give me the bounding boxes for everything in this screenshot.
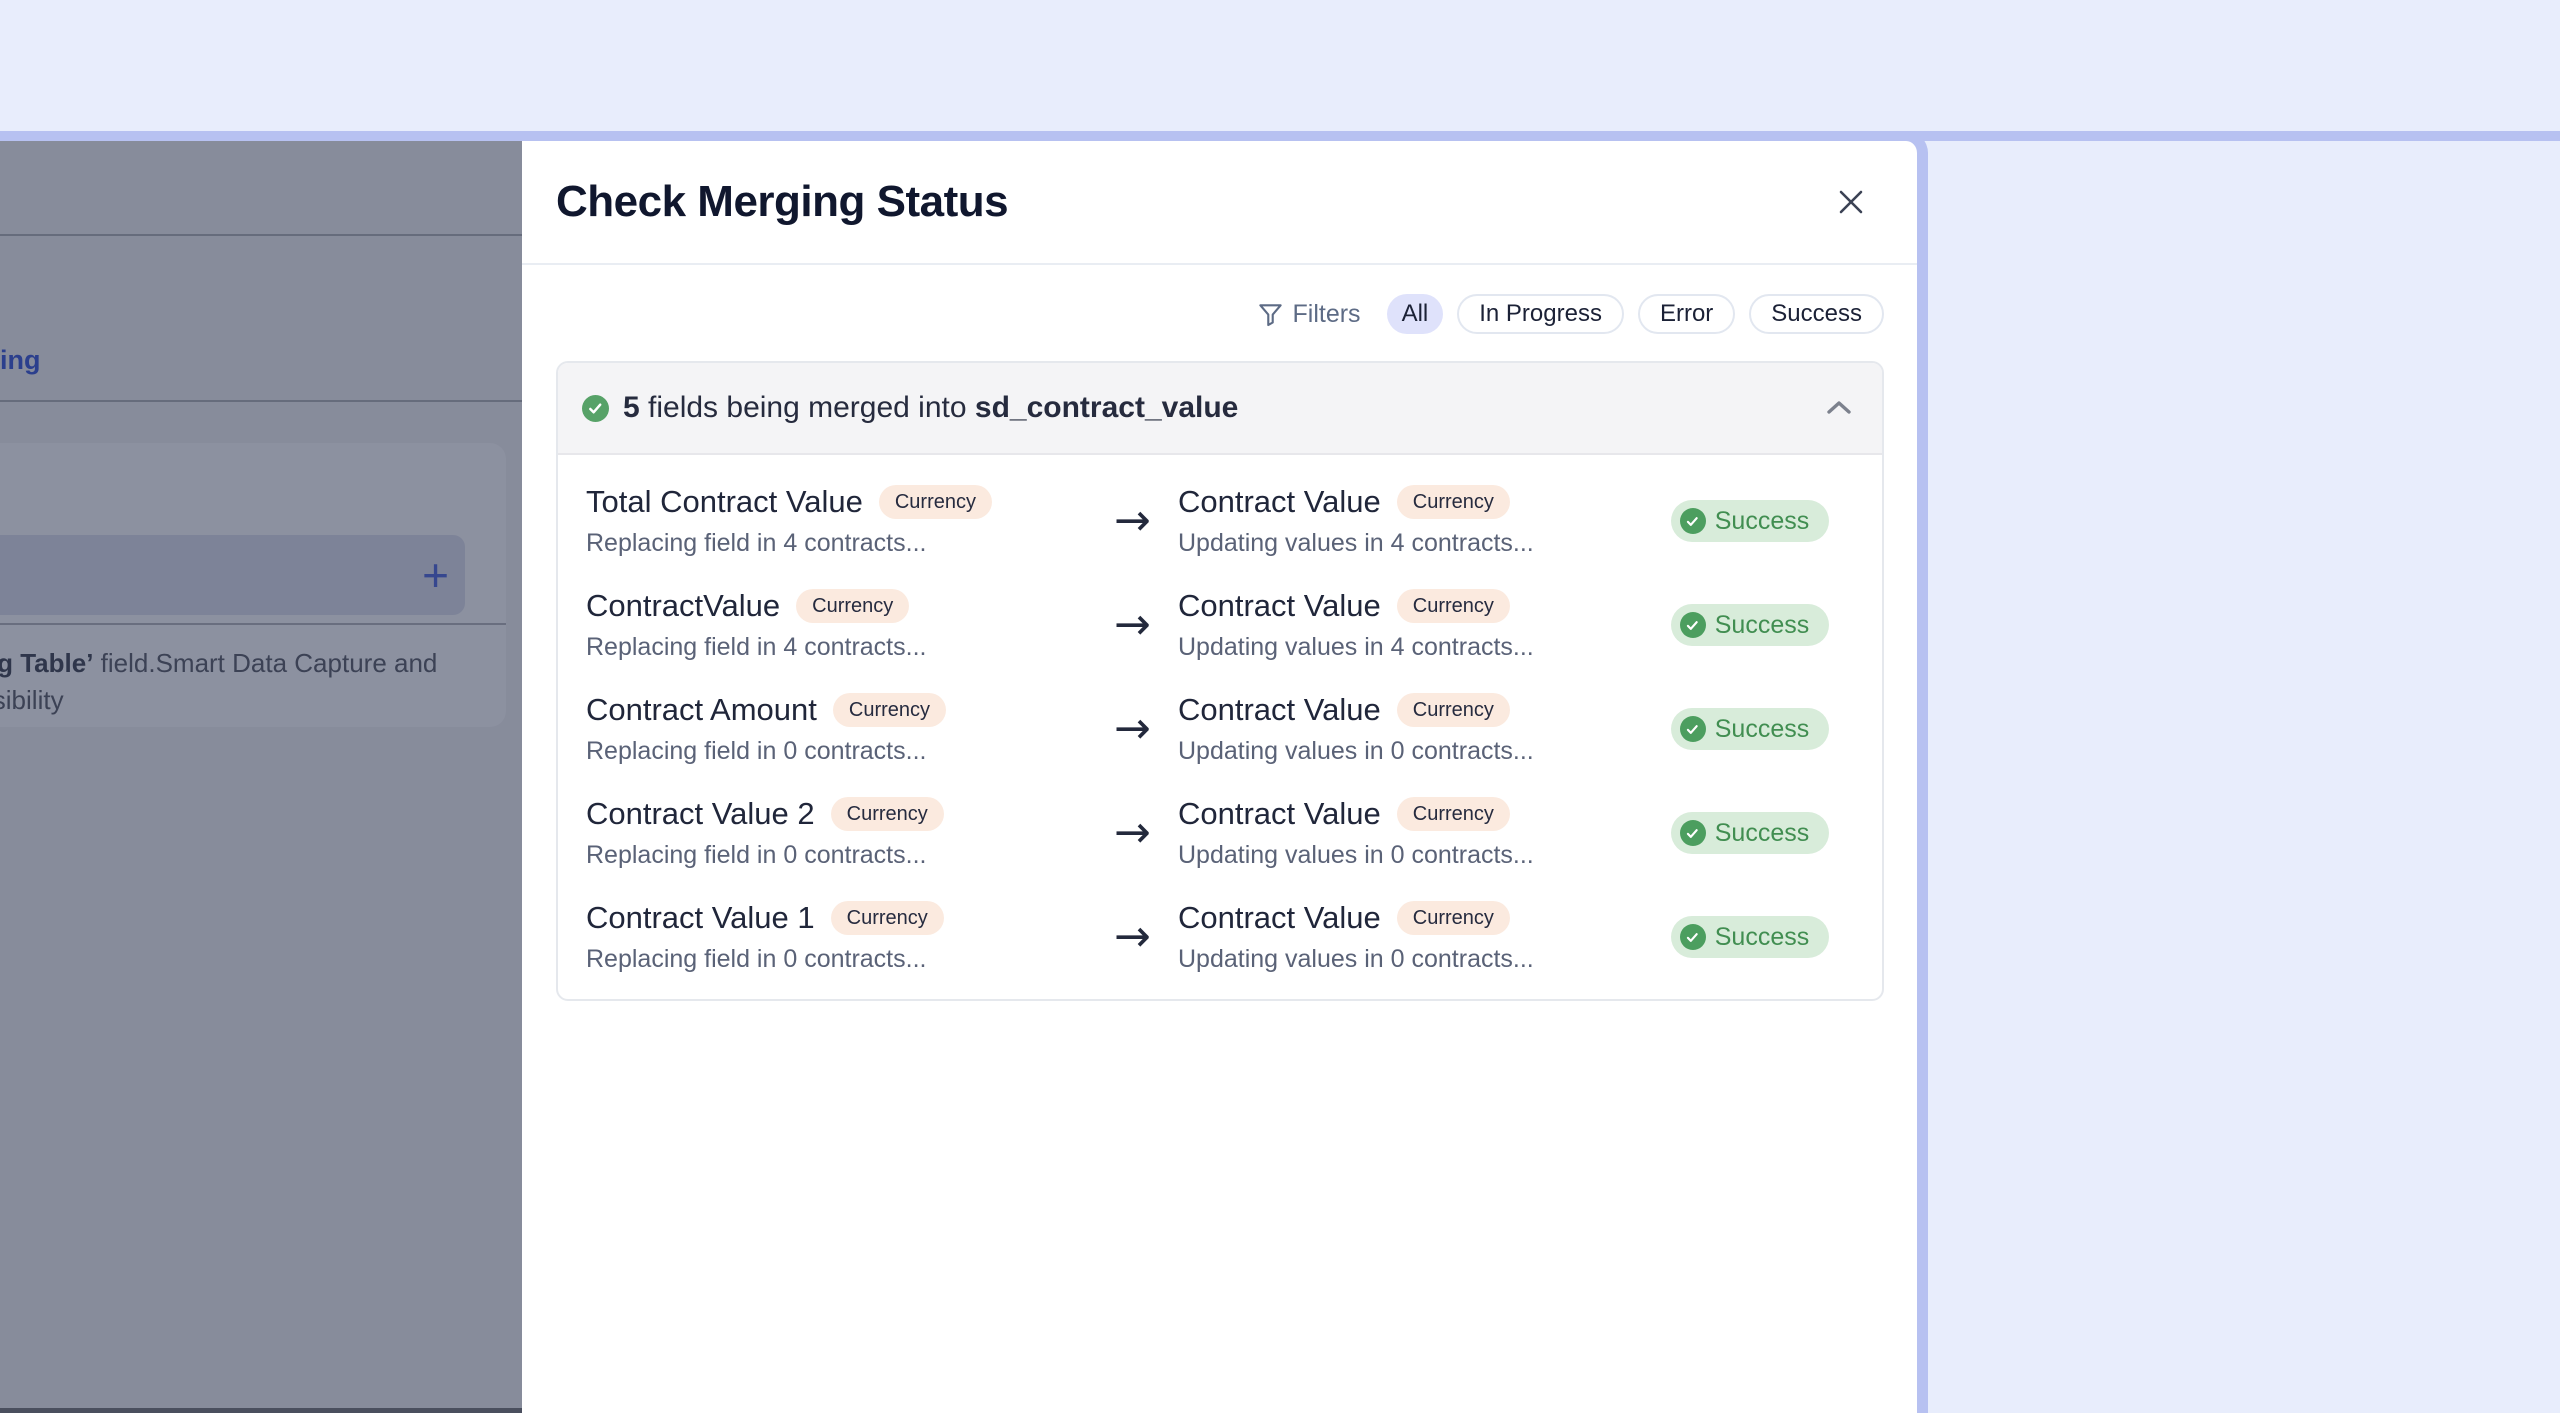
filter-pill-in-progress[interactable]: In Progress [1457, 294, 1624, 334]
target-type-badge: Currency [1396, 589, 1510, 623]
success-check-icon [1679, 508, 1706, 534]
dimmed-backdrop: ing + ing Table’ field.Smart Data Captur… [0, 141, 522, 1413]
success-check-icon [1679, 820, 1706, 846]
merge-row: Contract Value 1 Currency Replacing fiel… [586, 885, 1854, 989]
target-field: Contract Value Currency Updating values … [1178, 692, 1646, 766]
group-middle: fields being merged into [639, 391, 975, 424]
status-badge: Success [1670, 812, 1830, 854]
backdrop-partial-link[interactable]: ing [0, 347, 41, 374]
status-badge: Success [1670, 916, 1830, 958]
backdrop-bottom-strip [0, 1408, 522, 1413]
backdrop-note: ing Table’ field.Smart Data Capture and … [0, 625, 506, 727]
source-field: Contract Amount Currency Replacing field… [586, 692, 1114, 766]
backdrop-panel: + ing Table’ field.Smart Data Capture an… [0, 443, 506, 727]
source-field-name: Contract Value 2 [586, 796, 815, 831]
source-field: Contract Value 2 Currency Replacing fiel… [586, 796, 1114, 870]
merge-row: Contract Value 2 Currency Replacing fiel… [586, 781, 1854, 885]
status-label: Success [1714, 610, 1810, 639]
source-field: Contract Value 1 Currency Replacing fiel… [586, 900, 1114, 974]
merge-arrow-icon: → [1114, 807, 1151, 858]
target-status-text: Updating values in 4 contracts... [1178, 633, 1534, 661]
source-status-text: Replacing field in 0 contracts... [586, 737, 927, 765]
status-label: Success [1714, 922, 1810, 951]
target-type-badge: Currency [1396, 693, 1510, 727]
filter-pill-all[interactable]: All [1386, 294, 1444, 334]
merge-row: ContractValue Currency Replacing field i… [586, 573, 1854, 677]
filter-funnel-icon [1258, 303, 1282, 326]
target-field-name: Contract Value [1178, 900, 1381, 935]
merge-row: Contract Amount Currency Replacing field… [586, 677, 1854, 781]
source-status-text: Replacing field in 4 contracts... [586, 633, 927, 661]
merge-arrow-icon: → [1114, 599, 1151, 650]
target-field: Contract Value Currency Updating values … [1178, 900, 1646, 974]
status-label: Success [1714, 506, 1810, 535]
source-status-text: Replacing field in 0 contracts... [586, 841, 927, 869]
merge-rows-list: Total Contract Value Currency Replacing … [558, 455, 1882, 999]
source-status-text: Replacing field in 0 contracts... [586, 945, 927, 973]
plus-icon[interactable]: + [422, 552, 449, 598]
backdrop-note-line2: will apply. [0, 722, 85, 727]
merge-arrow-icon: → [1114, 703, 1151, 754]
target-type-badge: Currency [1396, 797, 1510, 831]
merge-group-card: 5 fields being merged into sd_contract_v… [556, 361, 1884, 1001]
filters-row: Filters All In Progress Error Success [556, 294, 1884, 334]
filter-pill-success[interactable]: Success [1749, 294, 1884, 334]
check-merging-status-modal: Check Merging Status Filters All In Prog… [522, 131, 1928, 1413]
chevron-up-icon[interactable] [1824, 398, 1854, 418]
source-field-name: Total Contract Value [586, 484, 863, 519]
modal-title: Check Merging Status [556, 177, 1009, 226]
target-status-text: Updating values in 0 contracts... [1178, 841, 1534, 869]
group-target-field: sd_contract_value [974, 391, 1239, 424]
target-field-name: Contract Value [1178, 484, 1381, 519]
source-field-name: ContractValue [586, 588, 781, 623]
close-icon [1839, 190, 1863, 214]
modal-header: Check Merging Status [522, 141, 1917, 265]
backdrop-section: ing [0, 236, 522, 402]
source-type-badge: Currency [830, 901, 944, 935]
filter-pill-error[interactable]: Error [1637, 294, 1736, 334]
status-badge: Success [1670, 604, 1830, 646]
target-type-badge: Currency [1396, 901, 1510, 935]
target-field-name: Contract Value [1178, 692, 1381, 727]
status-label: Success [1714, 818, 1810, 847]
target-status-text: Updating values in 0 contracts... [1178, 737, 1534, 765]
target-field: Contract Value Currency Updating values … [1178, 484, 1646, 558]
status-label: Success [1714, 714, 1810, 743]
target-field: Contract Value Currency Updating values … [1178, 796, 1646, 870]
source-field: Total Contract Value Currency Replacing … [586, 484, 1114, 558]
status-badge: Success [1670, 708, 1830, 750]
success-check-icon [1679, 716, 1706, 742]
group-count: 5 [623, 391, 640, 424]
merge-group-header[interactable]: 5 fields being merged into sd_contract_v… [558, 363, 1882, 455]
target-field: Contract Value Currency Updating values … [1178, 588, 1646, 662]
merge-arrow-icon: → [1114, 495, 1151, 546]
filters-button[interactable]: Filters [1257, 300, 1361, 329]
source-type-badge: Currency [832, 693, 947, 727]
group-success-check-icon [582, 394, 609, 422]
success-check-icon [1679, 612, 1706, 638]
filters-label: Filters [1292, 299, 1361, 328]
backdrop-note-bold: ing Table’ [0, 648, 94, 678]
source-field: ContractValue Currency Replacing field i… [586, 588, 1114, 662]
target-field-name: Contract Value [1178, 588, 1381, 623]
source-type-badge: Currency [796, 589, 910, 623]
group-title: 5 fields being merged into sd_contract_v… [623, 391, 1238, 425]
target-status-text: Updating values in 0 contracts... [1178, 945, 1534, 973]
target-field-name: Contract Value [1178, 796, 1381, 831]
source-field-name: Contract Amount [586, 692, 817, 727]
status-badge: Success [1670, 500, 1830, 542]
source-type-badge: Currency [830, 797, 944, 831]
source-status-text: Replacing field in 4 contracts... [586, 529, 927, 557]
target-type-badge: Currency [1396, 485, 1510, 519]
source-field-name: Contract Value 1 [586, 900, 815, 935]
close-button[interactable] [1829, 180, 1873, 224]
target-status-text: Updating values in 4 contracts... [1178, 529, 1534, 557]
merge-arrow-icon: → [1114, 911, 1151, 962]
source-type-badge: Currency [878, 485, 992, 519]
success-check-icon [1679, 924, 1706, 950]
merge-row: Total Contract Value Currency Replacing … [586, 469, 1854, 573]
backdrop-field-bar[interactable]: + [0, 535, 465, 615]
backdrop-top-band [0, 141, 522, 236]
